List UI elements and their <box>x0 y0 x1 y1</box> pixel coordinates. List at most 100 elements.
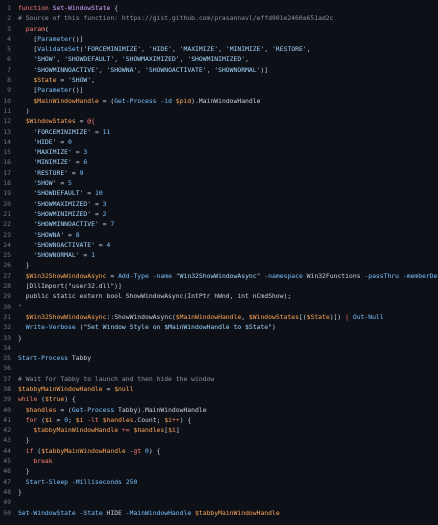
line-number[interactable]: 38 <box>0 384 11 394</box>
code-line: 10 $MainWindowHandle = (Get-Process -id … <box>0 96 438 106</box>
line-number[interactable]: 20 <box>0 199 11 209</box>
line-number[interactable]: 32 <box>0 322 11 332</box>
line-number[interactable]: 12 <box>0 116 11 126</box>
line-number[interactable]: 41 <box>0 415 11 425</box>
line-number[interactable]: 35 <box>0 353 11 363</box>
code-token: @{ <box>87 117 95 126</box>
line-number[interactable]: 19 <box>0 188 11 198</box>
code-token: 11 <box>102 127 111 136</box>
code-line: 6 'SHOW', 'SHOWDEFAULT', 'SHOWMAXIMIZED'… <box>0 54 438 64</box>
line-number[interactable]: 1 <box>0 3 11 13</box>
code-text: Write-Verbose ("Set Window Style on $Mai… <box>11 322 438 332</box>
line-number[interactable]: 2 <box>0 13 11 23</box>
line-number[interactable]: 11 <box>0 106 11 116</box>
line-number[interactable]: 18 <box>0 178 11 188</box>
code-token: $null <box>114 384 134 393</box>
line-number[interactable]: 17 <box>0 168 11 178</box>
line-number[interactable]: 27 <box>0 271 11 281</box>
code-token: 1 <box>91 251 95 260</box>
line-number[interactable]: 24 <box>0 240 11 250</box>
line-number[interactable]: 40 <box>0 405 11 415</box>
code-token: ValidateSet <box>37 45 80 54</box>
code-token: 2 <box>102 209 107 218</box>
line-number[interactable]: 6 <box>0 54 11 64</box>
line-number[interactable]: 36 <box>0 363 11 373</box>
code-line: 44 if ($tabbyMainWindowHandle -gt 0) { <box>0 446 438 456</box>
line-number[interactable]: 48 <box>0 487 11 497</box>
line-number[interactable]: 10 <box>0 96 11 106</box>
line-number[interactable]: 37 <box>0 374 11 384</box>
code-token: Add-Type <box>118 271 149 280</box>
line-number[interactable]: 43 <box>0 435 11 445</box>
line-number[interactable]: 13 <box>0 127 11 137</box>
line-number[interactable]: 29 <box>0 291 11 301</box>
code-line: 15 'MAXIMIZE' = 3 <box>0 147 438 157</box>
line-number[interactable]: 39 <box>0 394 11 404</box>
code-token: 9 <box>79 168 84 177</box>
line-number[interactable]: 46 <box>0 466 11 476</box>
code-text: 'SHOWMINNOACTIVE', 'SHOWNA', 'SHOWNOACTI… <box>11 65 438 75</box>
code-token: = <box>56 179 69 188</box>
code-text: $tabbyMainWindowHandle = $null <box>11 384 438 394</box>
code-viewer[interactable]: 1 function Set-WindowState {2 # Source of … <box>0 3 438 525</box>
code-line: 2 # Source of this function: https://gist… <box>0 13 438 23</box>
code-token: Get-Process <box>71 405 115 414</box>
line-number[interactable]: 9 <box>0 85 11 95</box>
line-number[interactable]: 5 <box>0 44 11 54</box>
code-token: , <box>264 45 273 54</box>
line-number[interactable]: 47 <box>0 477 11 487</box>
line-number[interactable]: 7 <box>0 65 11 75</box>
code-token: )] <box>260 65 269 74</box>
code-token: = <box>91 127 103 136</box>
line-number[interactable]: 21 <box>0 209 11 219</box>
code-text: 'MINIMIZE' = 6 <box>11 157 438 167</box>
code-text: Start-Sleep -Milliseconds 250 <box>11 477 438 487</box>
code-line: 25 'SHOWNORMAL' = 1 <box>0 250 438 260</box>
line-number[interactable]: 33 <box>0 333 11 343</box>
code-text: $Win32ShowWindowAsync = Add-Type -name "… <box>11 271 438 281</box>
line-number[interactable]: 31 <box>0 312 11 322</box>
code-token: = <box>64 230 76 239</box>
line-number[interactable]: 26 <box>0 260 11 270</box>
line-number[interactable]: 30 <box>0 302 11 312</box>
line-number[interactable]: 50 <box>0 508 11 518</box>
line-number[interactable]: 42 <box>0 425 11 435</box>
line-number[interactable]: 45 <box>0 456 11 466</box>
line-number[interactable]: 49 <box>0 497 11 507</box>
line-number[interactable]: 4 <box>0 34 11 44</box>
code-token: 'RESTORE' <box>33 168 69 177</box>
code-token: 'FORCEMINIMIZE' <box>33 127 92 136</box>
code-token: [ <box>18 34 38 43</box>
code-token: Tabby <box>68 354 92 363</box>
code-token: Parameter <box>37 86 72 95</box>
line-number[interactable]: 28 <box>0 281 11 291</box>
line-number[interactable]: 25 <box>0 250 11 260</box>
code-token: ( <box>37 415 45 424</box>
line-number[interactable]: 16 <box>0 157 11 167</box>
line-number[interactable]: 23 <box>0 230 11 240</box>
line-number[interactable]: 34 <box>0 343 11 353</box>
code-text: [DllImport("user32.dll")] <box>11 281 438 291</box>
line-number[interactable]: 22 <box>0 219 11 229</box>
code-line: 1 function Set-WindowState { <box>0 3 438 13</box>
code-token: -name <box>152 271 172 280</box>
code-token: ++ <box>172 415 180 424</box>
code-token: , <box>137 65 145 74</box>
line-number[interactable]: 8 <box>0 75 11 85</box>
code-line: 24 'SHOWNOACTIVATE' = 4 <box>0 240 438 250</box>
line-number[interactable]: 14 <box>0 137 11 147</box>
code-line: 30 ' <box>0 302 438 312</box>
line-number[interactable]: 3 <box>0 24 11 34</box>
code-token: -lt <box>87 415 99 424</box>
code-token: 0 <box>68 137 72 146</box>
code-line: 33} <box>0 333 438 343</box>
line-number[interactable]: 44 <box>0 446 11 456</box>
code-token: [DllImport("user32.dll")] <box>18 282 122 291</box>
line-number[interactable]: 15 <box>0 147 11 157</box>
code-token: = <box>71 148 84 157</box>
